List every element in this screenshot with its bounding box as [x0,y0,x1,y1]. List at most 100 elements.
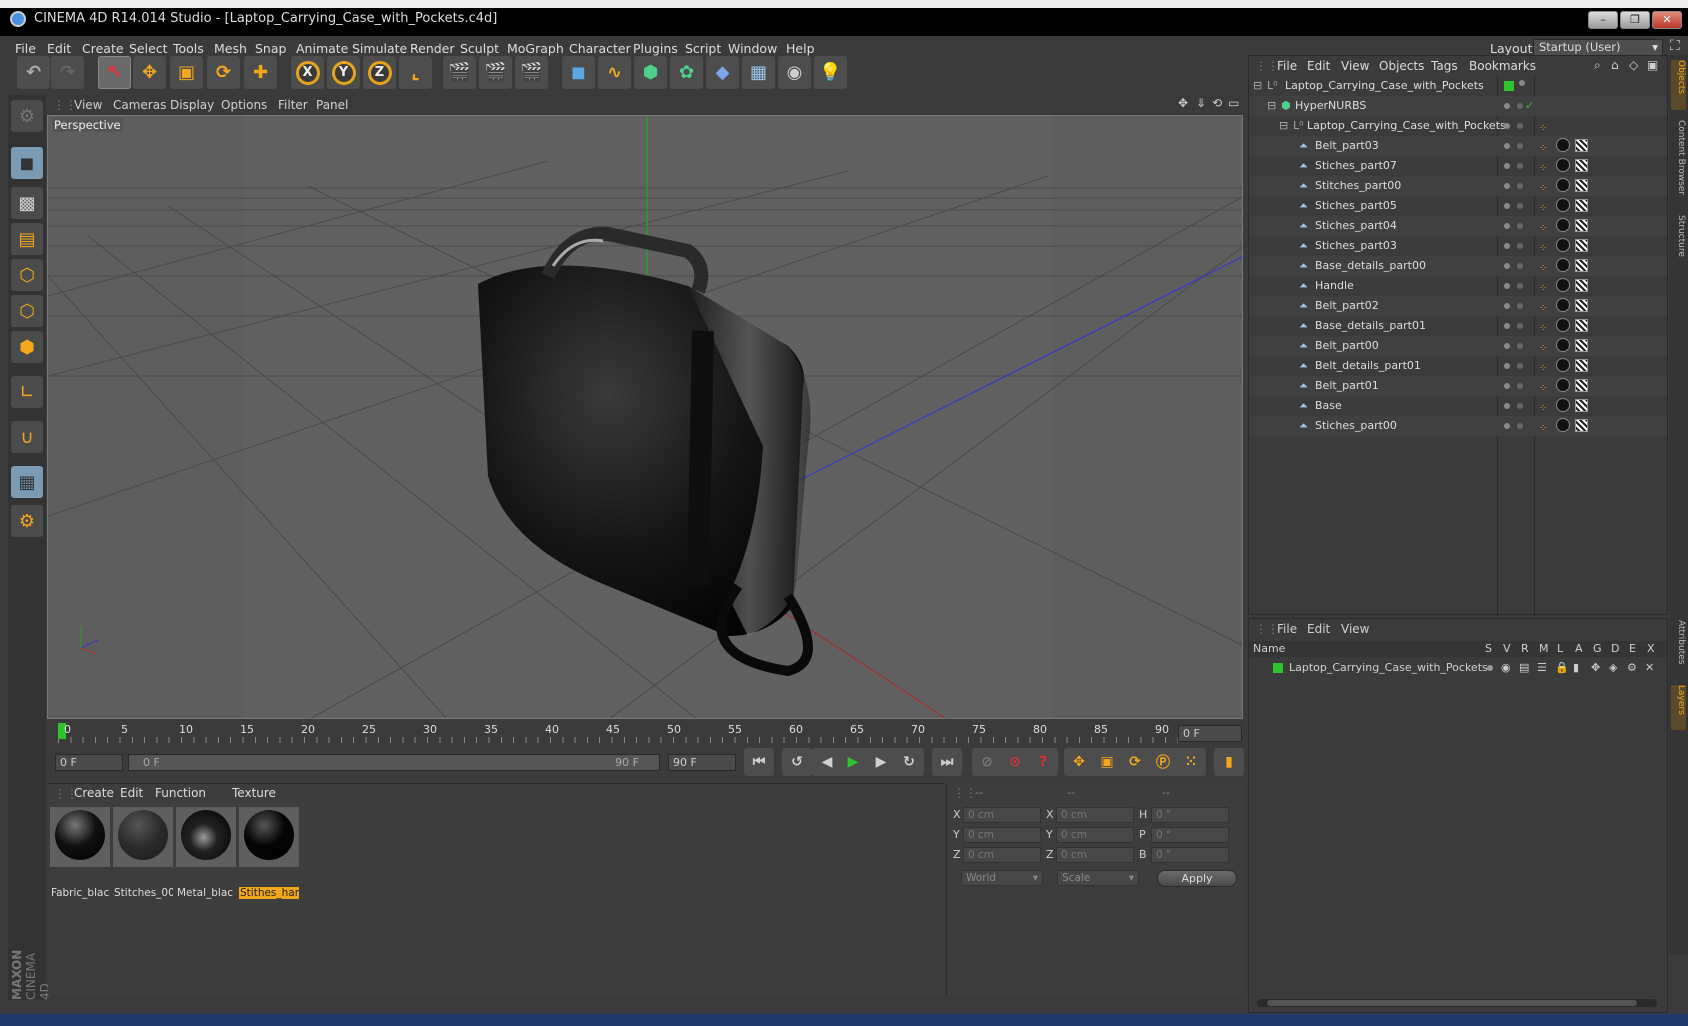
menu-snap[interactable]: Snap [255,41,286,56]
obj-menu-objects[interactable]: Objects [1379,59,1424,73]
make-editable-button[interactable]: ⚙ [11,100,43,132]
visibility-dot[interactable] [1504,423,1510,429]
menu-edit[interactable]: Edit [47,41,71,56]
object-row[interactable]: ⏶ Belt_part02 ⁘ [1249,296,1667,316]
redo-button[interactable]: ↷ [51,56,84,89]
render-dot[interactable] [1517,243,1523,249]
new-window-icon[interactable]: ▣ [1647,58,1658,72]
render-settings-button[interactable]: 🎬 [515,56,548,89]
floor-button[interactable]: ▦ [742,56,775,89]
texture-tag-icon[interactable] [1575,279,1588,292]
key-pla-button[interactable]: ⁙ [1176,748,1206,776]
goto-start-button[interactable]: ⏮ [744,748,774,776]
layer-menu-file[interactable]: File [1277,622,1297,636]
maximize-view-icon[interactable]: ▭ [1228,96,1239,110]
tab-attributes[interactable]: Attributes [1671,620,1686,680]
size-z-field[interactable]: 0 cm [1056,847,1134,863]
material-tag-icon[interactable] [1556,358,1570,372]
nurbs-button[interactable]: ⬢ [634,56,667,89]
camera-button[interactable]: ◉ [778,56,811,89]
apply-button[interactable]: Apply [1157,870,1237,887]
layer-col-flag[interactable]: D [1611,641,1619,657]
preview-range-slider[interactable]: 0 F 90 F [128,754,660,771]
mat-menu-function[interactable]: Function [155,786,206,800]
vp-menu-panel[interactable]: Panel [316,98,348,112]
vp-menu-options[interactable]: Options [221,98,267,112]
material-tag-icon[interactable] [1556,258,1570,272]
soft-selection-button[interactable]: ⚙ [11,505,43,537]
mat-menu-texture[interactable]: Texture [232,786,276,800]
material-swatch[interactable]: Stitches_00 [113,807,173,899]
layer-col-flag[interactable]: S [1485,641,1492,657]
texture-tag-icon[interactable] [1575,179,1588,192]
timeline-ruler[interactable]: 0 5 10 15 20 25 30 35 40 45 50 55 60 65 … [48,721,1244,744]
material-tag-icon[interactable] [1556,138,1570,152]
current-frame-field[interactable]: 0 F [1178,725,1242,742]
layer-col-flag[interactable]: X [1647,641,1655,657]
layout-dropdown[interactable]: Startup (User) ▾ [1533,39,1663,56]
y-axis-button[interactable]: Y [327,56,360,89]
object-row[interactable]: ⏶ Stiches_part04 ⁘ [1249,216,1667,236]
mograph-button[interactable]: ✿ [670,56,703,89]
xref-icon[interactable]: ✕ [1645,659,1654,677]
collapse-toggle-icon[interactable]: ⊟ [1253,76,1262,96]
render-icon[interactable]: ▤ [1519,659,1529,677]
material-tag-icon[interactable] [1556,298,1570,312]
key-scale-button[interactable]: ▣ [1092,748,1122,776]
object-row[interactable]: ⏶ Base_details_part00 ⁘ [1249,256,1667,276]
obj-menu-file[interactable]: File [1277,59,1297,73]
coordinate-space-dropdown[interactable]: World ▾ [961,870,1043,886]
menu-mesh[interactable]: Mesh [214,41,247,56]
layer-col-flag[interactable]: E [1629,641,1636,657]
object-row[interactable]: ⏶ Belt_details_part01 ⁘ [1249,356,1667,376]
vp-menu-view[interactable]: View [74,98,102,112]
render-dot[interactable] [1517,363,1523,369]
obj-menu-tags[interactable]: Tags [1431,59,1458,73]
rotate-tool-button[interactable]: ⟳ [207,56,240,89]
object-row[interactable]: ⏶ Stiches_part03 ⁘ [1249,236,1667,256]
coordinate-system-button[interactable]: ⌞ [399,56,432,89]
object-row[interactable]: ⏶ Belt_part01 ⁘ [1249,376,1667,396]
mat-menu-edit[interactable]: Edit [120,786,143,800]
vp-menu-display[interactable]: Display [170,98,214,112]
visibility-dot[interactable] [1504,303,1510,309]
menu-window[interactable]: Window [728,41,777,56]
texture-tag-icon[interactable] [1575,359,1588,372]
menu-simulate[interactable]: Simulate [352,41,407,56]
end-frame-field[interactable]: 90 F [668,754,736,771]
visibility-dot[interactable] [1504,283,1510,289]
render-picture-viewer-button[interactable]: 🎬 [479,56,512,89]
obj-menu-edit[interactable]: Edit [1307,59,1330,73]
cube-button[interactable]: ◼ [562,56,595,89]
object-row[interactable]: ⏶ Belt_part00 ⁘ [1249,336,1667,356]
material-tag-icon[interactable] [1556,278,1570,292]
texture-tag-icon[interactable] [1575,159,1588,172]
render-dot[interactable] [1517,143,1523,149]
texture-tag-icon[interactable] [1575,199,1588,212]
texture-tag-icon[interactable] [1575,399,1588,412]
menu-create[interactable]: Create [82,41,124,56]
obj-menu-bookmarks[interactable]: Bookmarks [1469,59,1536,73]
expand-icon[interactable]: ⛶ [1670,38,1680,54]
visibility-dot[interactable] [1504,223,1510,229]
spline-button[interactable]: ∿ [598,56,631,89]
render-view-button[interactable]: 🎬 [443,56,476,89]
texture-tag-icon[interactable] [1575,139,1588,152]
visibility-dot[interactable] [1504,143,1510,149]
texture-tag-icon[interactable] [1575,259,1588,272]
scale-tool-button[interactable]: ▣ [170,56,203,89]
material-tag-icon[interactable] [1556,398,1570,412]
size-x-field[interactable]: 0 cm [1056,807,1134,823]
prev-key-button[interactable]: ↺ [782,748,812,776]
workplane-mode-button[interactable]: ▤ [11,223,43,255]
next-key-button[interactable]: ↻ [894,748,924,776]
texture-mode-button[interactable]: ▩ [11,187,43,219]
material-tag-icon[interactable] [1556,198,1570,212]
phong-tag-icon[interactable]: ⁘ [1539,299,1549,314]
model-mode-button[interactable]: ◼ [11,147,43,179]
expression-icon[interactable]: ⚙ [1627,659,1637,677]
light-button[interactable]: 💡 [814,56,847,89]
timeline-toggle-button[interactable]: ▮ [1214,748,1244,776]
eye-icon[interactable]: ◉ [1501,659,1511,677]
material-swatch[interactable]: Stithes_har [239,807,299,899]
